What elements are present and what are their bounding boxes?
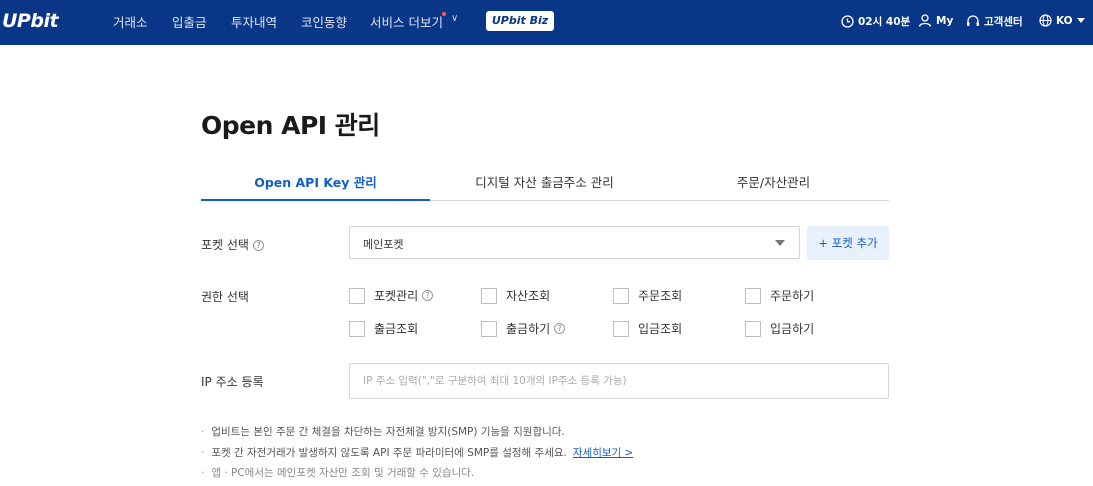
checkbox[interactable] xyxy=(613,287,629,304)
language-label: KO xyxy=(1056,14,1073,27)
new-badge-dot xyxy=(442,12,446,16)
time-text: 02시 40분 xyxy=(858,16,911,28)
upbit-biz-button[interactable]: UPbit Biz xyxy=(486,11,554,31)
help-icon[interactable]: ? xyxy=(252,240,264,251)
checkbox[interactable] xyxy=(349,287,365,304)
checkbox[interactable] xyxy=(481,287,497,304)
perm-deposit-view[interactable]: 입금조회 xyxy=(613,320,682,337)
notice-text: 앱 · PC에서는 메인포켓 자산만 조회 및 거래할 수 있습니다. xyxy=(211,467,475,479)
bullet: · xyxy=(201,426,205,438)
notice-smp-setting: · 포켓 간 자전거래가 발생하지 않도록 API 주문 파라미터에 SMP를 설… xyxy=(201,445,633,460)
perm-label: 입금하기 xyxy=(770,322,815,336)
customer-center-link[interactable]: 고객센터 xyxy=(966,14,1023,29)
perm-label: 주문조회 xyxy=(638,289,683,303)
perm-label: 자산조회 xyxy=(506,289,551,303)
perm-label: 포켓관리 xyxy=(374,289,419,303)
clock-icon xyxy=(841,15,854,28)
pocket-select-label: 포켓 선택? xyxy=(201,236,264,253)
notice-app-pc: · 앱 · PC에서는 메인포켓 자산만 조회 및 거래할 수 있습니다. xyxy=(201,465,474,480)
perm-pocket-manage[interactable]: 포켓관리? xyxy=(349,287,434,304)
bullet: · xyxy=(201,467,205,479)
pocket-select-value: 메인포켓 xyxy=(363,238,404,251)
perm-label: 출금조회 xyxy=(374,322,419,336)
pocket-select[interactable]: 메인포켓 xyxy=(349,226,800,259)
pocket-select-label-text: 포켓 선택 xyxy=(201,238,249,252)
checkbox[interactable] xyxy=(481,320,497,337)
details-link[interactable]: 자세히보기 > xyxy=(573,447,633,459)
perm-label: 출금하기 xyxy=(506,322,551,336)
chevron-down-icon[interactable]: ∨ xyxy=(451,13,458,24)
nav-coin-trends[interactable]: 코인동향 xyxy=(301,12,347,31)
globe-icon xyxy=(1039,14,1052,27)
notice-text: 업비트는 본인 주문 간 체결을 차단하는 자전체결 방지(SMP) 기능을 지… xyxy=(211,426,565,438)
perm-withdraw-view[interactable]: 출금조회 xyxy=(349,320,418,337)
perm-withdraw[interactable]: 출금하기? xyxy=(481,320,566,337)
checkbox[interactable] xyxy=(613,320,629,337)
nav-investments[interactable]: 투자내역 xyxy=(231,12,277,31)
help-icon[interactable]: ? xyxy=(554,323,566,334)
perm-deposit[interactable]: 입금하기 xyxy=(745,320,814,337)
perm-order-place[interactable]: 주문하기 xyxy=(745,287,814,304)
user-icon xyxy=(918,14,932,27)
permission-label: 권한 선택 xyxy=(201,290,249,304)
my-page-link[interactable]: My xyxy=(918,14,953,27)
add-pocket-button[interactable]: + 포켓 추가 xyxy=(807,226,889,260)
headset-icon xyxy=(967,15,979,26)
nav-more-services[interactable]: 서비스 더보기 xyxy=(370,12,443,31)
help-icon[interactable]: ? xyxy=(422,290,434,301)
checkbox[interactable] xyxy=(745,287,761,304)
page-title: Open API 관리 xyxy=(201,111,380,140)
ip-address-input[interactable] xyxy=(349,363,889,399)
bullet: · xyxy=(201,447,205,459)
support-label: 고객센터 xyxy=(984,16,1023,28)
checkbox[interactable] xyxy=(349,320,365,337)
dropdown-caret-icon xyxy=(775,240,785,246)
upbit-logo[interactable]: UPbit xyxy=(2,10,59,32)
perm-label: 입금조회 xyxy=(638,322,683,336)
caret-down-icon xyxy=(1076,18,1085,23)
tab-api-key[interactable]: Open API Key 관리 xyxy=(201,168,430,201)
tab-withdraw-address[interactable]: 디지털 자산 출금주소 관리 xyxy=(430,168,659,201)
nav-exchange[interactable]: 거래소 xyxy=(113,12,148,31)
perm-asset-view[interactable]: 자산조회 xyxy=(481,287,550,304)
ip-register-label: IP 주소 등록 xyxy=(201,375,264,389)
nav-deposit-withdraw[interactable]: 입출금 xyxy=(172,12,207,31)
tab-order-asset[interactable]: 주문/자산관리 xyxy=(659,168,888,201)
tab-bar: Open API Key 관리 디지털 자산 출금주소 관리 주문/자산관리 xyxy=(201,168,889,201)
perm-label: 주문하기 xyxy=(770,289,815,303)
my-label: My xyxy=(936,14,954,27)
language-selector[interactable]: KO xyxy=(1039,14,1085,27)
clock-time: 02시 40분 xyxy=(841,14,910,29)
checkbox[interactable] xyxy=(745,320,761,337)
top-navigation-bar: UPbit 거래소 입출금 투자내역 코인동향 서비스 더보기 ∨ UPbit … xyxy=(0,0,1093,45)
notice-text: 포켓 간 자전거래가 발생하지 않도록 API 주문 파라미터에 SMP를 설정… xyxy=(211,447,567,459)
notice-smp: · 업비트는 본인 주문 간 체결을 차단하는 자전체결 방지(SMP) 기능을 … xyxy=(201,424,565,439)
perm-order-view[interactable]: 주문조회 xyxy=(613,287,682,304)
